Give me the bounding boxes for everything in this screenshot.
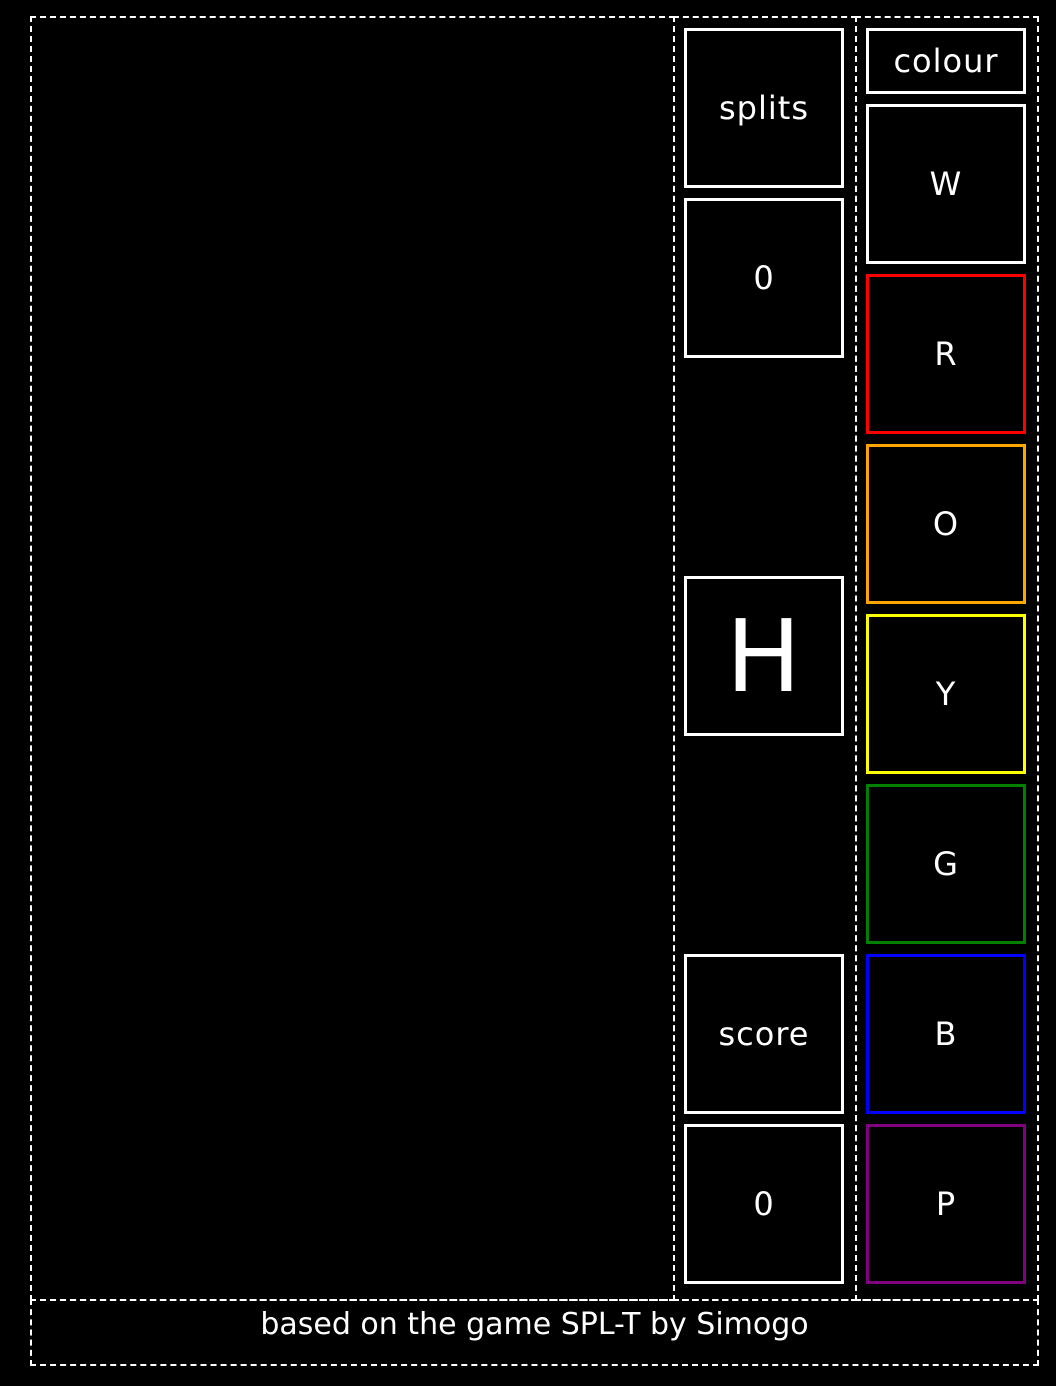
score-label: score [684,954,844,1114]
game-board[interactable] [30,16,675,1301]
split-direction-toggle[interactable]: H [684,576,844,736]
colour-button-blue[interactable]: B [866,954,1026,1114]
colour-button-purple[interactable]: P [866,1124,1026,1284]
colour-button-yellow[interactable]: Y [866,614,1026,774]
splits-counter: 0 [684,198,844,358]
colour-label: colour [866,28,1026,94]
colour-button-white[interactable]: W [866,104,1026,264]
splits-label: splits [684,28,844,188]
score-counter: 0 [684,1124,844,1284]
footer-credit: based on the game SPL-T by Simogo [260,1306,809,1342]
colour-button-green[interactable]: G [866,784,1026,944]
colour-button-orange[interactable]: O [866,444,1026,604]
colour-button-red[interactable]: R [866,274,1026,434]
